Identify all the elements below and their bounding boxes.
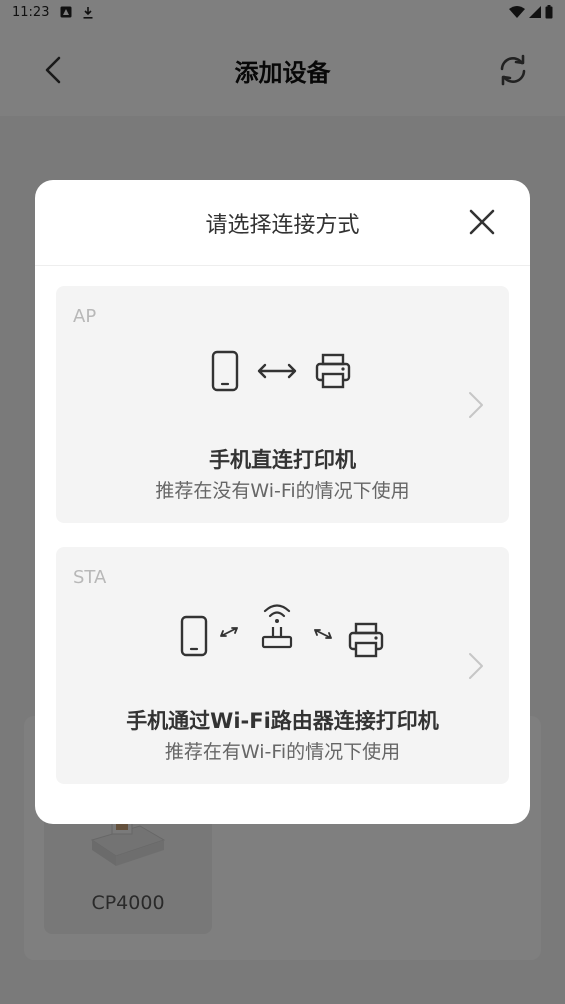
option-title: 手机直连打印机 — [209, 448, 356, 472]
phone-icon — [180, 615, 208, 657]
chevron-right-icon — [467, 390, 485, 420]
printer-icon — [314, 352, 352, 390]
diagonal-arrow-icon — [312, 627, 334, 641]
chevron-right-icon — [467, 651, 485, 681]
dialog-title: 请选择连接方式 — [205, 212, 360, 238]
close-icon[interactable] — [468, 208, 496, 236]
bidirectional-arrow-icon — [256, 362, 298, 380]
option-subtitle: 推荐在有Wi-Fi的情况下使用 — [164, 741, 401, 763]
option-sta[interactable]: STA 手机通过Wi-Fi路由器连接打印机 推荐在有Wi-Fi的情况下使用 — [56, 547, 509, 784]
option-ap[interactable]: AP 手机直连打印机 推荐在没有Wi-Fi的情况下使用 — [56, 286, 509, 523]
wifi-router-icon — [259, 599, 295, 651]
option-title: 手机通过Wi-Fi路由器连接打印机 — [126, 709, 439, 733]
dialog-header: 请选择连接方式 — [35, 180, 530, 266]
option-tag: STA — [73, 567, 107, 588]
printer-icon — [347, 621, 385, 659]
option-tag: AP — [73, 306, 97, 327]
connection-method-dialog: 请选择连接方式 AP 手机直连打印机 推荐在没有Wi-Fi的情况下使用 STA — [35, 180, 530, 824]
phone-icon — [211, 350, 239, 392]
option-subtitle: 推荐在没有Wi-Fi的情况下使用 — [155, 480, 410, 502]
diagonal-arrow-icon — [218, 625, 240, 639]
